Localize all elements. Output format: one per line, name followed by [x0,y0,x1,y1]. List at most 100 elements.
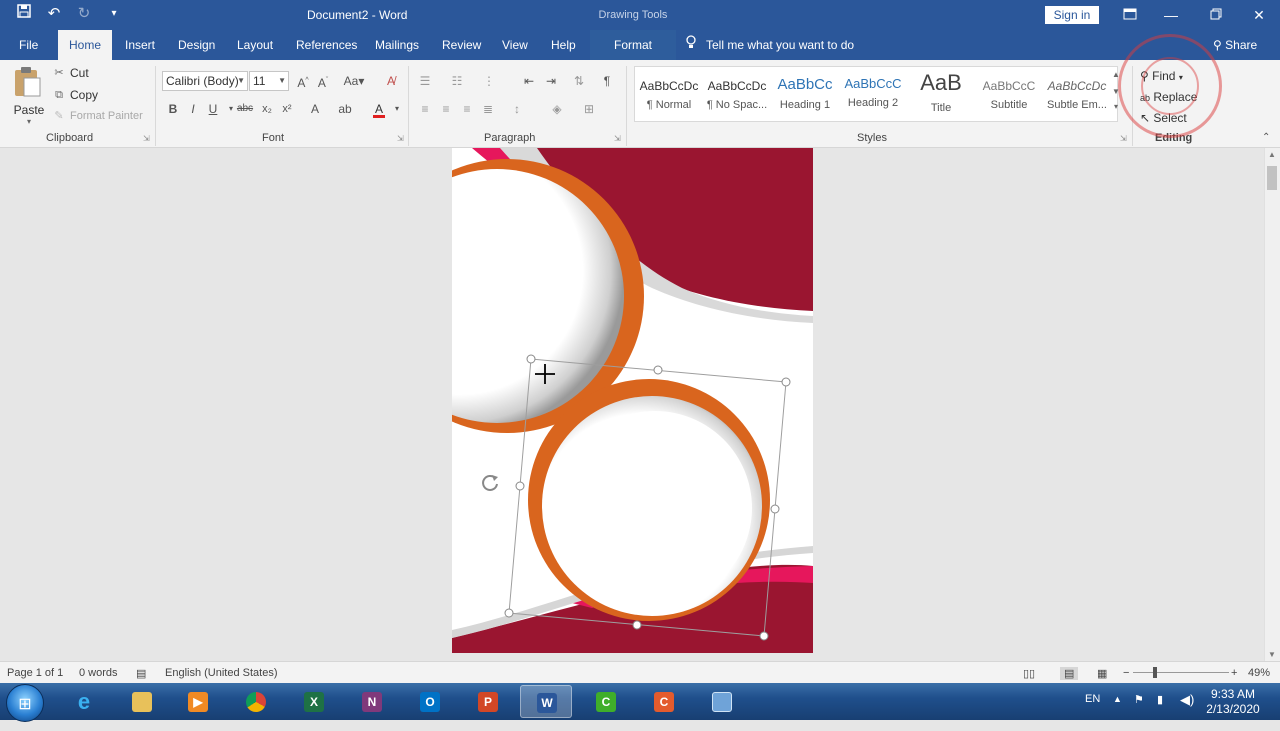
zoom-level[interactable]: 49% [1248,667,1270,679]
read-mode-icon[interactable]: ▯▯ [1023,667,1035,680]
styles-launcher-icon[interactable]: ⇲ [1120,134,1127,143]
strikethrough-icon[interactable]: abc [236,100,254,118]
web-layout-icon[interactable]: ▦ [1097,667,1107,680]
text-effects-icon[interactable]: A [306,100,324,118]
numbering-icon[interactable]: ☷ [448,72,466,90]
increase-indent-icon[interactable]: ⇥ [542,72,560,90]
share-button[interactable]: ⚲ Share [1213,30,1257,60]
collapse-ribbon-icon[interactable]: ⌃ [1262,132,1270,143]
underline-icon[interactable]: U [204,100,222,118]
start-button[interactable]: ⊞ [6,684,44,722]
tab-mailings[interactable]: Mailings [364,30,430,60]
font-launcher-icon[interactable]: ⇲ [397,134,404,143]
minimize-icon[interactable]: — [1160,4,1182,26]
save-icon[interactable] [14,4,34,24]
taskbar-chrome[interactable] [230,685,282,718]
language-indicator[interactable]: English (United States) [165,667,278,679]
ribbon-display-options-icon[interactable] [1119,4,1141,26]
taskbar-excel[interactable]: X [288,685,340,718]
chevron-up-icon[interactable]: ▲ [1268,150,1276,159]
subscript-icon[interactable]: x₂ [258,100,276,118]
tab-help[interactable]: Help [540,30,587,60]
tab-view[interactable]: View [491,30,539,60]
taskbar-onenote[interactable]: N [346,685,398,718]
shrink-font-icon[interactable]: Aˇ [314,72,332,90]
paste-button[interactable]: Paste ▾ [12,66,46,126]
style-no-spacing[interactable]: AaBbCcDc ¶ No Spac... [703,67,771,121]
sign-in-button[interactable]: Sign in [1045,6,1099,24]
zoom-slider-thumb[interactable] [1153,667,1157,678]
taskbar-word[interactable]: W [520,685,572,718]
paste-dropdown-icon[interactable]: ▾ [12,117,46,126]
show-hidden-icons-icon[interactable]: ▲ [1113,694,1122,731]
zoom-out-icon[interactable]: − [1123,667,1129,679]
style-heading-2[interactable]: AaBbCcC Heading 2 [839,67,907,121]
line-spacing-icon[interactable]: ↕ [508,100,526,118]
zoom-in-icon[interactable]: + [1231,667,1237,679]
font-color-icon[interactable]: A [370,100,388,118]
undo-icon[interactable]: ↶ [44,4,64,24]
word-count[interactable]: 0 words [79,667,118,679]
multilevel-list-icon[interactable]: ⋮ [480,72,498,90]
tab-review[interactable]: Review [431,30,492,60]
tell-me-search[interactable]: Tell me what you want to do [686,30,854,60]
font-family-select[interactable]: Calibri (Body) ▼ [162,71,248,91]
cut-button[interactable]: ✂ Cut [52,66,88,80]
align-center-icon[interactable]: ≡ [437,100,455,118]
taskbar-powerpoint[interactable]: P [462,685,514,718]
input-language[interactable]: EN [1085,693,1100,730]
show-marks-icon[interactable]: ¶ [598,72,616,90]
font-size-select[interactable]: 11 ▼ [249,71,289,91]
format-painter-button[interactable]: ✎ Format Painter [52,109,142,123]
bold-icon[interactable]: B [164,100,182,118]
scroll-thumb[interactable] [1267,166,1277,190]
tab-home[interactable]: Home [58,30,113,60]
align-left-icon[interactable]: ≡ [416,100,434,118]
grow-font-icon[interactable]: A^ [294,72,312,90]
system-clock[interactable]: 9:33 AM 2/13/2020 [1203,687,1263,717]
rotate-handle-icon[interactable] [479,472,501,494]
decrease-indent-icon[interactable]: ⇤ [520,72,538,90]
bullets-icon[interactable]: ☰ [416,72,434,90]
copy-button[interactable]: ⧉ Copy [52,88,98,102]
style-heading-1[interactable]: AaBbCc Heading 1 [771,67,839,121]
customize-qat-icon[interactable]: ▾ [104,4,124,24]
close-icon[interactable]: ✕ [1248,4,1270,26]
taskbar-media-player[interactable]: ▶ [172,685,224,718]
borders-icon[interactable]: ⊞ [580,100,598,118]
taskbar-camtasia-green[interactable]: C [580,685,632,718]
align-right-icon[interactable]: ≡ [458,100,476,118]
style-title[interactable]: AaB Title [907,67,975,121]
justify-icon[interactable]: ≣ [479,100,497,118]
tab-design[interactable]: Design [167,30,226,60]
redo-icon[interactable]: ↻ [74,4,94,24]
sort-icon[interactable]: ⇅ [570,72,588,90]
tab-insert[interactable]: Insert [114,30,166,60]
taskbar-file-explorer[interactable] [116,685,168,718]
taskbar-window-app[interactable] [696,685,748,718]
style-subtitle[interactable]: AaBbCcC Subtitle [975,67,1043,121]
tab-layout[interactable]: Layout [226,30,284,60]
action-center-flag-icon[interactable]: ⚑ [1134,693,1144,730]
chevron-down-icon[interactable]: ▼ [1268,650,1276,659]
network-icon[interactable]: ▮ [1157,693,1163,730]
proofing-icon[interactable]: ▤ [136,667,146,680]
paragraph-launcher-icon[interactable]: ⇲ [614,134,621,143]
document-page[interactable] [452,148,813,653]
clipboard-launcher-icon[interactable]: ⇲ [143,134,150,143]
vertical-scrollbar[interactable]: ▲ ▼ [1264,148,1280,661]
superscript-icon[interactable]: x² [278,100,296,118]
highlight-icon[interactable]: ab [336,100,354,118]
italic-icon[interactable]: I [184,100,202,118]
tab-references[interactable]: References [285,30,368,60]
taskbar-camtasia-orange[interactable]: C [638,685,690,718]
shading-icon[interactable]: ◈ [548,100,566,118]
style-subtle-emphasis[interactable]: AaBbCcDc Subtle Em... [1043,67,1111,121]
taskbar-internet-explorer[interactable]: e [58,685,110,718]
change-case-icon[interactable]: Aa▾ [342,72,366,90]
volume-icon[interactable]: ◀) [1180,692,1194,729]
document-area[interactable] [0,148,1264,661]
taskbar-outlook[interactable]: O [404,685,456,718]
style-normal[interactable]: AaBbCcDc ¶ Normal [635,67,703,121]
clear-formatting-icon[interactable]: A̸ [382,72,400,90]
